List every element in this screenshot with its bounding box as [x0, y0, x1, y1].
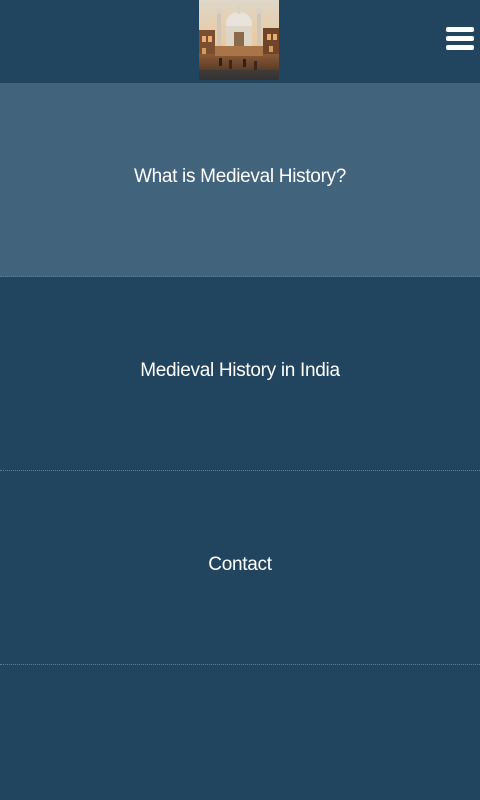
hamburger-bar	[446, 27, 474, 32]
nav-list-item: Contact	[0, 471, 480, 665]
nav-list-item: What is Medieval History?	[0, 83, 480, 277]
logo-image	[199, 0, 279, 80]
hamburger-bar	[446, 36, 474, 41]
site-header	[0, 0, 480, 83]
site-logo[interactable]	[199, 0, 279, 80]
mobile-nav-menu: What is Medieval History? Medieval Histo…	[0, 83, 480, 665]
nav-item-what-is-medieval-history[interactable]: What is Medieval History?	[0, 83, 480, 277]
hamburger-menu-icon[interactable]	[446, 21, 476, 53]
nav-list-item: Medieval History in India	[0, 277, 480, 471]
hamburger-bar	[446, 45, 474, 50]
nav-item-medieval-history-in-india[interactable]: Medieval History in India	[0, 277, 480, 471]
nav-item-contact[interactable]: Contact	[0, 471, 480, 665]
